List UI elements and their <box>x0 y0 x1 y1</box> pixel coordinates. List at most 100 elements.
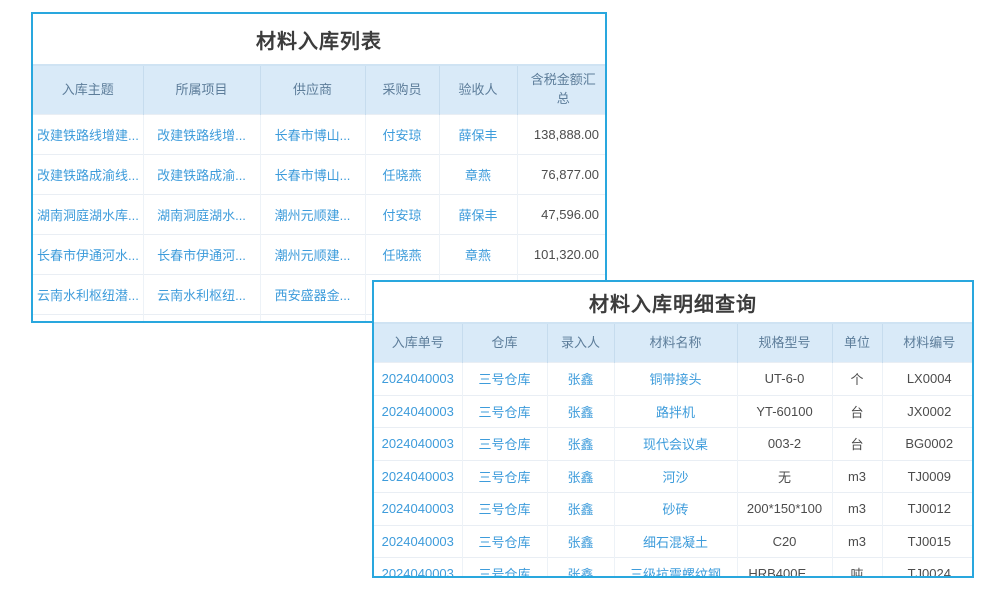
cell-link[interactable]: 湖南洞庭湖水库... <box>33 195 143 235</box>
column-header: 单位 <box>832 323 882 363</box>
cell-link[interactable]: 湖南洞庭湖水... <box>143 195 260 235</box>
cell-link[interactable]: 三号仓库 <box>462 460 547 493</box>
cell: 003-2 <box>737 428 832 461</box>
cell-link[interactable]: 潮州元顺建... <box>260 235 365 275</box>
column-header: 材料编号 <box>882 323 974 363</box>
table-row: 改建铁路线增建...改建铁路线增...长春市博山...付安琼薛保丰138,888… <box>33 115 607 155</box>
cell: JX0002 <box>882 395 974 428</box>
cell: 76,877.00 <box>517 155 607 195</box>
cell-link[interactable]: 三号仓库 <box>462 363 547 396</box>
cell-link[interactable]: 改建铁路线增... <box>143 115 260 155</box>
cell-link[interactable]: 张鑫 <box>547 558 614 579</box>
cell-link[interactable]: 广州市天河区... <box>143 315 260 324</box>
cell-link[interactable]: 张鑫 <box>547 395 614 428</box>
cell-link[interactable]: 任晓燕 <box>365 235 439 275</box>
cell-link[interactable]: 2024040003 <box>374 428 462 461</box>
cell-link[interactable]: 重庆艺普电... <box>260 315 365 324</box>
cell: 200*150*100 <box>737 493 832 526</box>
column-header: 录入人 <box>547 323 614 363</box>
cell-link[interactable]: 现代会议桌 <box>614 428 737 461</box>
column-header: 入库主题 <box>33 65 143 115</box>
material-inbound-detail-table: 入库单号仓库录入人材料名称规格型号单位材料编号 2024040003三号仓库张鑫… <box>374 322 974 578</box>
cell: 47,596.00 <box>517 195 607 235</box>
cell: 138,888.00 <box>517 115 607 155</box>
cell: m3 <box>832 525 882 558</box>
column-header: 规格型号 <box>737 323 832 363</box>
cell-link[interactable]: 长春市博山... <box>260 115 365 155</box>
cell-link[interactable]: 潮州元顺建... <box>260 195 365 235</box>
column-header: 含税金额汇总 <box>517 65 607 115</box>
table-row: 2024040003三号仓库张鑫砂砖200*150*100m3TJ0012 <box>374 493 974 526</box>
cell-link[interactable]: 广州市天河区统... <box>33 315 143 324</box>
cell-link[interactable]: 张鑫 <box>547 493 614 526</box>
cell-link[interactable]: 西安盛器金... <box>260 275 365 315</box>
cell-link[interactable]: 路拌机 <box>614 395 737 428</box>
material-inbound-detail-panel: 材料入库明细查询 入库单号仓库录入人材料名称规格型号单位材料编号 2024040… <box>372 280 974 578</box>
cell-link[interactable]: 张鑫 <box>547 460 614 493</box>
cell-link[interactable]: 薛保丰 <box>439 115 517 155</box>
cell: 吨 <box>832 558 882 579</box>
screen: 材料入库列表 入库主题所属项目供应商采购员验收人含税金额汇总 改建铁路线增建..… <box>0 0 1000 600</box>
cell-link[interactable]: 三号仓库 <box>462 395 547 428</box>
cell-link[interactable]: 三号仓库 <box>462 428 547 461</box>
cell-link[interactable]: 薛保丰 <box>439 195 517 235</box>
header-row: 入库主题所属项目供应商采购员验收人含税金额汇总 <box>33 65 607 115</box>
cell-link[interactable]: 云南水利枢纽潜... <box>33 275 143 315</box>
cell-link[interactable]: 2024040003 <box>374 558 462 579</box>
cell-link[interactable]: 三级抗震螺纹钢 <box>614 558 737 579</box>
cell: m3 <box>832 493 882 526</box>
cell-link[interactable]: 河沙 <box>614 460 737 493</box>
cell-link[interactable]: 2024040003 <box>374 525 462 558</box>
cell-link[interactable]: 三号仓库 <box>462 558 547 579</box>
cell-link[interactable]: 改建铁路成渝... <box>143 155 260 195</box>
cell: TJ0012 <box>882 493 974 526</box>
cell-link[interactable]: 付安琼 <box>365 195 439 235</box>
cell-link[interactable]: 张鑫 <box>547 363 614 396</box>
table-row: 湖南洞庭湖水库...湖南洞庭湖水...潮州元顺建...付安琼薛保丰47,596.… <box>33 195 607 235</box>
cell-link[interactable]: 2024040003 <box>374 395 462 428</box>
cell: 101,320.00 <box>517 235 607 275</box>
column-header: 采购员 <box>365 65 439 115</box>
cell-link[interactable]: 付安琼 <box>365 115 439 155</box>
cell-link[interactable]: 章燕 <box>439 155 517 195</box>
cell-link[interactable]: 2024040003 <box>374 363 462 396</box>
table-row: 2024040003三号仓库张鑫三级抗震螺纹钢HRB400E ...吨TJ002… <box>374 558 974 579</box>
cell: 台 <box>832 395 882 428</box>
cell-link[interactable]: 2024040003 <box>374 493 462 526</box>
cell: BG0002 <box>882 428 974 461</box>
cell-link[interactable]: 云南水利枢纽... <box>143 275 260 315</box>
cell-link[interactable]: 三号仓库 <box>462 493 547 526</box>
cell: C20 <box>737 525 832 558</box>
cell: 个 <box>832 363 882 396</box>
cell-link[interactable]: 张鑫 <box>547 428 614 461</box>
cell: TJ0009 <box>882 460 974 493</box>
header-row: 入库单号仓库录入人材料名称规格型号单位材料编号 <box>374 323 974 363</box>
material-inbound-detail-title: 材料入库明细查询 <box>374 282 972 322</box>
cell: HRB400E ... <box>737 558 832 579</box>
column-header: 材料名称 <box>614 323 737 363</box>
cell-link[interactable]: 任晓燕 <box>365 155 439 195</box>
cell: LX0004 <box>882 363 974 396</box>
cell-link[interactable]: 细石混凝土 <box>614 525 737 558</box>
cell-link[interactable]: 2024040003 <box>374 460 462 493</box>
table-row: 长春市伊通河水...长春市伊通河...潮州元顺建...任晓燕章燕101,320.… <box>33 235 607 275</box>
cell-link[interactable]: 铜带接头 <box>614 363 737 396</box>
cell: TJ0024 <box>882 558 974 579</box>
cell: UT-6-0 <box>737 363 832 396</box>
column-header: 供应商 <box>260 65 365 115</box>
table-row: 2024040003三号仓库张鑫河沙无m3TJ0009 <box>374 460 974 493</box>
cell-link[interactable]: 章燕 <box>439 235 517 275</box>
cell-link[interactable]: 长春市伊通河... <box>143 235 260 275</box>
cell-link[interactable]: 长春市伊通河水... <box>33 235 143 275</box>
table-row: 2024040003三号仓库张鑫现代会议桌003-2台BG0002 <box>374 428 974 461</box>
cell-link[interactable]: 三号仓库 <box>462 525 547 558</box>
cell-link[interactable]: 砂砖 <box>614 493 737 526</box>
cell-link[interactable]: 张鑫 <box>547 525 614 558</box>
cell: 无 <box>737 460 832 493</box>
cell-link[interactable]: 长春市博山... <box>260 155 365 195</box>
cell-link[interactable]: 改建铁路线增建... <box>33 115 143 155</box>
cell-link[interactable]: 改建铁路成渝线... <box>33 155 143 195</box>
cell: YT-60100 <box>737 395 832 428</box>
cell: 台 <box>832 428 882 461</box>
column-header: 所属项目 <box>143 65 260 115</box>
